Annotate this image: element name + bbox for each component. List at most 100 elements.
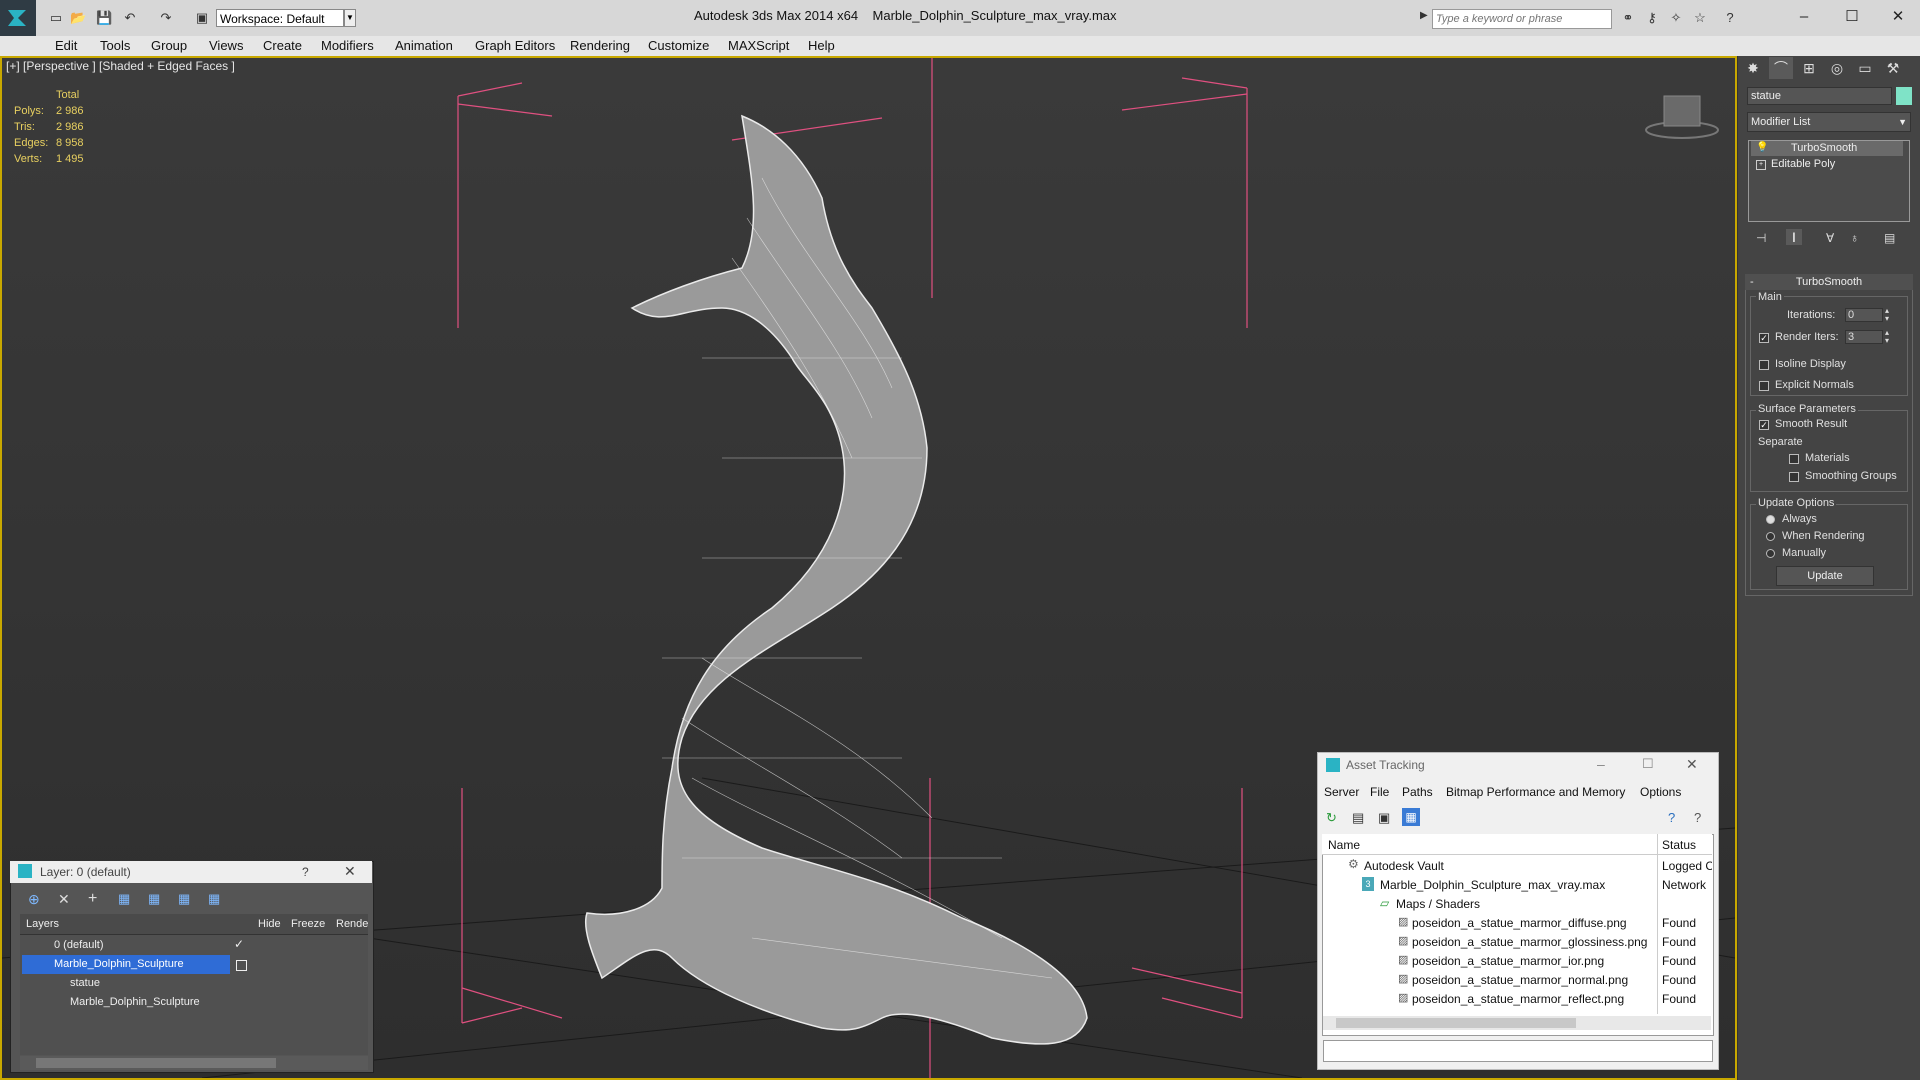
expand-plus-icon[interactable]: +	[1756, 160, 1766, 170]
select-objects-icon[interactable]: ▦	[118, 891, 130, 907]
stack-item-editable-poly[interactable]: Editable Poly	[1751, 157, 1903, 172]
layer-row-marble-dolphin[interactable]: Marble_Dolphin_Sculpture	[22, 955, 230, 974]
menu-group[interactable]: Group	[151, 36, 187, 56]
modify-tab-icon[interactable]: ⌒	[1769, 57, 1793, 79]
spinner-arrows-icon[interactable]: ▴ ▾	[1885, 307, 1889, 323]
viewport-label[interactable]: [+] [Perspective ] [Shaded + Edged Faces…	[6, 59, 235, 73]
list-view-icon[interactable]: ▤	[1352, 810, 1364, 826]
menu-help[interactable]: Help	[808, 36, 835, 56]
asset-menu-server[interactable]: Server	[1324, 785, 1359, 799]
create-tab-icon[interactable]: ✸	[1741, 57, 1765, 79]
smoothing-groups-checkbox[interactable]	[1789, 472, 1799, 482]
asset-row-reflect[interactable]: poseidon_a_statue_marmor_reflect.png	[1322, 990, 1658, 1009]
project-folder-icon[interactable]: ▣	[194, 10, 210, 26]
binoculars-icon[interactable]: ⚭	[1620, 10, 1636, 26]
close-icon[interactable]: ✕	[344, 863, 356, 880]
open-file-icon[interactable]: 📂	[70, 10, 86, 26]
asset-row-ior[interactable]: poseidon_a_statue_marmor_ior.png	[1322, 952, 1658, 971]
communication-icon[interactable]: ✧	[1668, 10, 1684, 26]
minimize-button[interactable]: –	[1782, 5, 1826, 29]
menu-modifiers[interactable]: Modifiers	[321, 36, 374, 56]
set-current-box-icon[interactable]	[236, 960, 247, 971]
spinner-arrows-icon[interactable]: ▴ ▾	[1885, 329, 1889, 345]
search-input[interactable]	[1432, 9, 1612, 29]
materials-checkbox[interactable]	[1789, 454, 1799, 464]
asset-row-vault[interactable]: Autodesk Vault	[1322, 857, 1658, 876]
scrollbar-thumb[interactable]	[1336, 1018, 1576, 1028]
thumbnail-view-icon[interactable]: ▣	[1378, 810, 1390, 826]
freeze-all-icon[interactable]: ▦	[208, 891, 220, 907]
app-logo-icon[interactable]	[0, 0, 36, 36]
iterations-spinner[interactable]: 0	[1845, 308, 1883, 322]
hierarchy-tab-icon[interactable]: ⊞	[1797, 57, 1821, 79]
asset-menu-paths[interactable]: Paths	[1402, 785, 1433, 799]
menu-maxscript[interactable]: MAXScript	[728, 36, 789, 56]
isoline-display-checkbox[interactable]	[1759, 360, 1769, 370]
render-iters-spinner[interactable]: 3	[1845, 330, 1883, 344]
table-view-icon[interactable]: ▦	[1402, 808, 1420, 826]
scrollbar-thumb[interactable]	[36, 1058, 276, 1068]
close-button[interactable]: ✕	[1876, 5, 1920, 29]
asset-row-maps-shaders[interactable]: Maps / Shaders	[1322, 895, 1658, 914]
lightbulb-icon[interactable]: 💡	[1756, 142, 1768, 153]
redo-icon[interactable]: ↷	[158, 10, 174, 26]
manually-radio[interactable]	[1766, 549, 1775, 558]
smooth-result-checkbox[interactable]: ✓	[1759, 420, 1769, 430]
pin-stack-icon[interactable]: ⊣	[1756, 231, 1766, 245]
help-icon[interactable]: ?	[302, 865, 309, 879]
save-file-icon[interactable]: 💾	[96, 10, 112, 26]
new-file-icon[interactable]: ▭	[48, 10, 64, 26]
key-icon[interactable]: ⚷	[1644, 10, 1660, 26]
name-column-header[interactable]: Name	[1328, 838, 1360, 852]
menu-animation[interactable]: Animation	[395, 36, 453, 56]
help-icon[interactable]: ?	[1668, 810, 1675, 825]
favorites-star-icon[interactable]: ☆	[1692, 10, 1708, 26]
freeze-column-header[interactable]: Freeze	[291, 918, 325, 930]
utilities-tab-icon[interactable]: ⚒	[1881, 57, 1905, 79]
hide-column-header[interactable]: Hide	[258, 918, 281, 930]
delete-layer-icon[interactable]: ✕	[58, 891, 70, 908]
show-end-result-icon[interactable]: I	[1786, 229, 1802, 245]
object-color-swatch[interactable]	[1896, 87, 1912, 105]
help-icon[interactable]: ?	[1722, 10, 1738, 26]
asset-path-field[interactable]	[1323, 1040, 1713, 1062]
new-layer-icon[interactable]: ⊕	[28, 891, 40, 908]
display-tab-icon[interactable]: ▭	[1853, 57, 1877, 79]
close-button[interactable]: ✕	[1686, 756, 1698, 773]
asset-row-diffuse[interactable]: poseidon_a_statue_marmor_diffuse.png	[1322, 914, 1658, 933]
layer-row-statue[interactable]: statue	[22, 974, 372, 993]
render-iters-checkbox[interactable]: ✓	[1759, 333, 1769, 343]
asset-row-normal[interactable]: poseidon_a_statue_marmor_normal.png	[1322, 971, 1658, 990]
undo-icon[interactable]: ↶	[122, 10, 138, 26]
render-column-header[interactable]: Rende	[336, 918, 368, 930]
modifier-list-dropdown[interactable]: Modifier List ▼	[1747, 112, 1911, 132]
layer-row-marble-dolphin-object[interactable]: Marble_Dolphin_Sculpture	[22, 993, 372, 1012]
menu-edit[interactable]: Edit	[55, 36, 77, 56]
remove-modifier-icon[interactable]: ♁	[1850, 231, 1859, 245]
object-name-field[interactable]: statue	[1747, 87, 1892, 105]
menu-create[interactable]: Create	[263, 36, 302, 56]
asset-menu-options[interactable]: Options	[1640, 785, 1681, 799]
chevron-down-icon[interactable]: ▼	[344, 9, 356, 27]
whats-this-icon[interactable]: ?	[1694, 810, 1701, 825]
menu-views[interactable]: Views	[209, 36, 243, 56]
hide-all-icon[interactable]: ▦	[178, 891, 190, 907]
make-unique-icon[interactable]: ∀	[1826, 231, 1834, 245]
asset-menu-bitmap[interactable]: Bitmap Performance and Memory	[1446, 785, 1625, 799]
motion-tab-icon[interactable]: ◎	[1825, 57, 1849, 79]
layer-row-default[interactable]: 0 (default)	[22, 936, 372, 955]
maximize-button[interactable]: ☐	[1642, 756, 1654, 772]
menu-customize[interactable]: Customize	[648, 36, 709, 56]
rollout-title[interactable]: TurboSmooth -	[1745, 274, 1913, 290]
asset-menu-file[interactable]: File	[1370, 785, 1389, 799]
highlight-layer-icon[interactable]: ▦	[148, 891, 160, 907]
refresh-icon[interactable]: ↻	[1326, 810, 1337, 826]
menu-rendering[interactable]: Rendering	[570, 36, 630, 56]
menu-graph-editors[interactable]: Graph Editors	[475, 36, 555, 56]
status-column-header[interactable]: Status	[1662, 838, 1696, 852]
minimize-button[interactable]: –	[1597, 756, 1605, 772]
expand-arrow-icon[interactable]: ▶	[1420, 10, 1430, 26]
add-to-layer-icon[interactable]: +	[88, 890, 97, 908]
menu-tools[interactable]: Tools	[100, 36, 130, 56]
layers-column-header[interactable]: Layers	[26, 918, 59, 930]
